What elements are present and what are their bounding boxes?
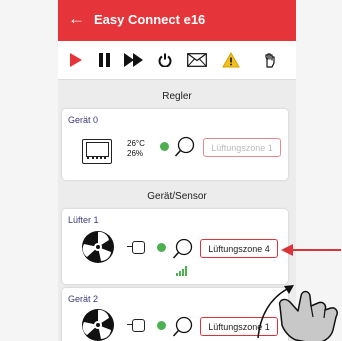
pointer-arrow-icon [281, 244, 341, 256]
annotation-overlay [257, 244, 341, 341]
hand-pointer-icon [278, 290, 338, 341]
